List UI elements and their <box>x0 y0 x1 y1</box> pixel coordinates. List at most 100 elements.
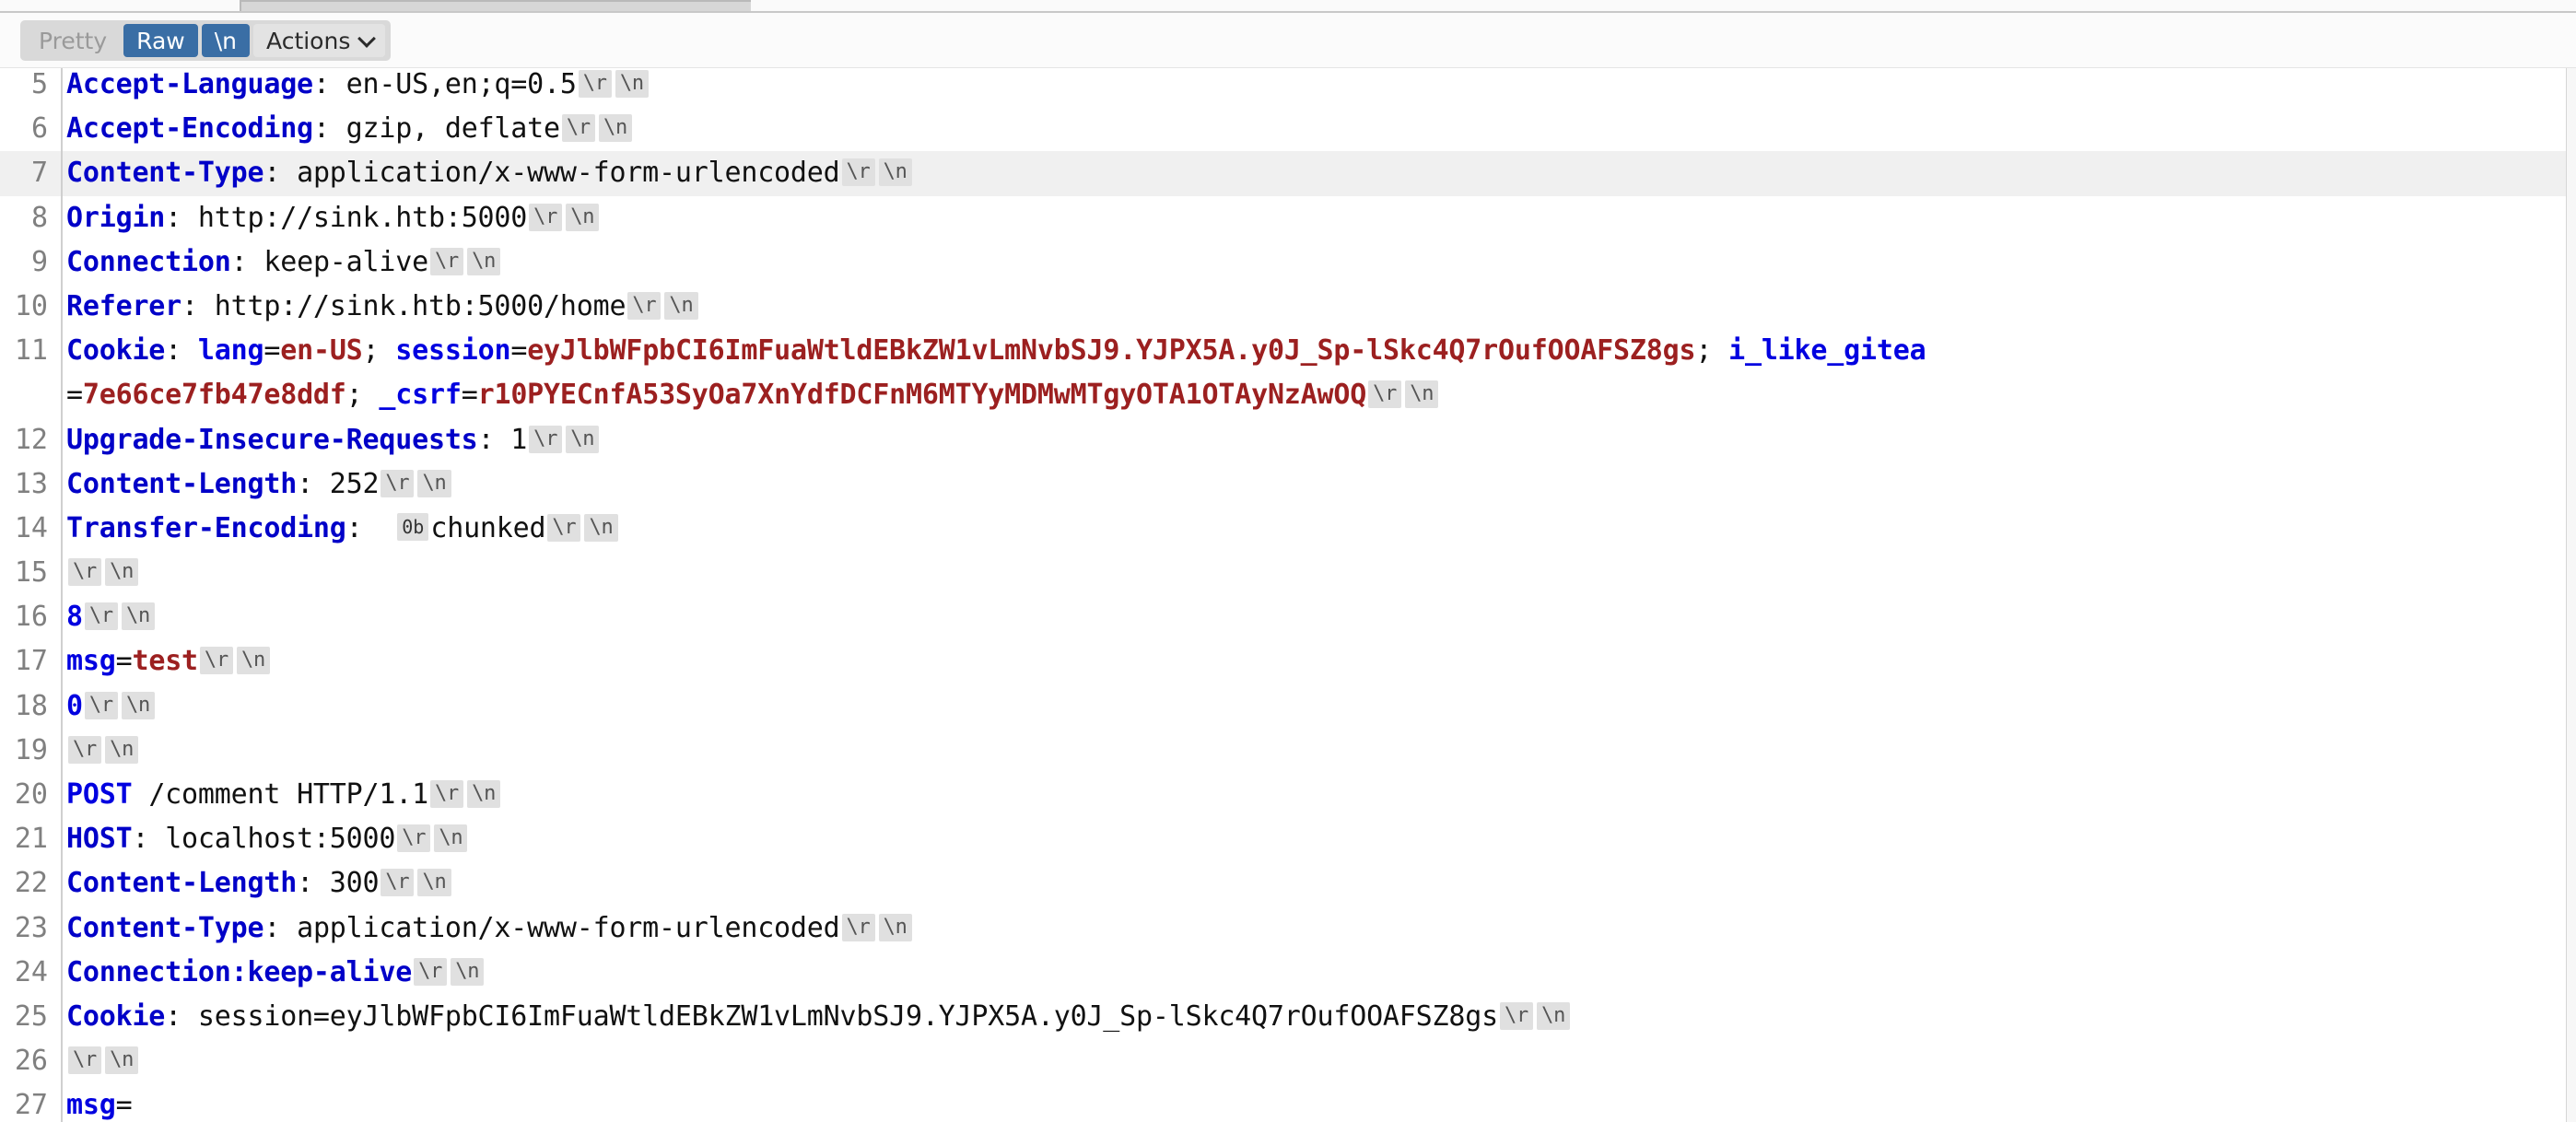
request-target: /comment HTTP/1.1 <box>132 778 428 812</box>
code-line[interactable]: 5 Accept-Language: en-US,en;q=0.5 \r \n <box>0 68 2576 108</box>
gutter-divider <box>61 906 63 951</box>
header-value: application/x-www-form-urlencoded <box>297 157 840 190</box>
lf-pill: \n <box>451 957 485 986</box>
cookie-value: en-US <box>280 334 363 368</box>
code-line-text: Content-Length: 252 \r \n <box>57 462 2576 507</box>
header-value: keep-alive <box>263 245 428 278</box>
lf-pill: \n <box>121 691 156 719</box>
code-line-text: Referer: http://sink.htb:5000/home \r \n <box>57 285 2576 329</box>
header-separator: : <box>345 511 396 544</box>
vertical-scrollbar-track[interactable] <box>2566 68 2576 1122</box>
code-line[interactable]: 12 Upgrade-Insecure-Requests: 1 \r \n <box>0 417 2576 462</box>
line-number: 24 <box>14 955 48 988</box>
code-line[interactable]: 27 msg= <box>0 1083 2576 1122</box>
body-param-equals: = <box>115 645 133 678</box>
control-char-pill: 0b <box>397 512 429 541</box>
header-name: Content-Type <box>66 157 264 190</box>
gutter-divider <box>61 684 63 729</box>
header-value: http://sink.htb:5000/home <box>214 289 626 322</box>
lf-pill: \n <box>105 1046 139 1075</box>
code-line[interactable]: 25 Cookie: session=eyJlbWFpbCI6ImFuaWtldE… <box>0 994 2576 1040</box>
gutter-divider <box>61 284 63 330</box>
code-line[interactable]: 8 Origin: http://sink.htb:5000 \r \n <box>0 195 2576 240</box>
cr-pill: \r <box>841 913 875 941</box>
header-separator: : <box>263 911 298 944</box>
code-line-text: msg=test \r \n <box>57 639 2576 684</box>
code-line[interactable]: 15 \r \n <box>0 551 2576 596</box>
lf-pill: \n <box>417 469 451 497</box>
http-request-code-view[interactable]: 5 Accept-Language: en-US,en;q=0.5 \r \n 6 Acc… <box>0 68 2576 1122</box>
code-line[interactable]: 6 Accept-Encoding: gzip, deflate \r \n <box>0 107 2576 152</box>
code-line[interactable]: 22 Content-Length: 300 \r \n <box>0 861 2576 906</box>
cr-pill: \r <box>84 691 118 719</box>
gutter-divider <box>61 506 63 552</box>
lf-pill: \n <box>584 513 618 542</box>
code-line[interactable]: 23 Content-Type: application/x-www-form-u… <box>0 906 2576 951</box>
code-line[interactable]: 7 Content-Type: application/x-www-form-ur… <box>0 151 2576 196</box>
line-number: 18 <box>14 689 48 722</box>
code-line[interactable]: 10 Referer: http://sink.htb:5000/home \r \n <box>0 284 2576 330</box>
code-line-text: Accept-Language: en-US,en;q=0.5 \r \n <box>57 68 2576 107</box>
line-number: 25 <box>14 999 48 1033</box>
cookie-name: session <box>395 334 511 368</box>
gutter-divider <box>61 950 63 995</box>
code-line[interactable]: 17 msg=test \r \n <box>0 639 2576 684</box>
chevron-down-icon <box>359 30 374 45</box>
cookie-name: _csrf <box>379 379 462 412</box>
cookie-value: r10PYECnfA53SyOa7XnYdfDCFnM6MTYyMDMwMTgy… <box>477 379 1367 412</box>
line-number: 22 <box>14 867 48 900</box>
cookie-equals: = <box>66 379 83 412</box>
tab-strip-sliver <box>0 0 2576 13</box>
code-line-text: 8 \r \n <box>57 595 2576 639</box>
code-line[interactable]: 13 Content-Length: 252 \r \n <box>0 462 2576 507</box>
line-number: 10 <box>14 289 48 322</box>
code-line[interactable]: 26 \r \n <box>0 1039 2576 1084</box>
line-number: 13 <box>14 467 48 500</box>
header-separator: : <box>165 334 198 368</box>
line-number: 14 <box>14 511 48 544</box>
cr-pill: \r <box>561 114 595 143</box>
cr-pill: \r <box>397 824 431 853</box>
header-name: Accept-Encoding <box>66 112 313 146</box>
message-editor-toolbar: Pretty Raw \n Actions <box>0 13 2576 68</box>
code-line[interactable]: 11 Cookie: lang=en-US; session=eyJlbWFpbC… <box>0 329 2576 418</box>
view-mode-button-group: Pretty Raw \n Actions <box>20 20 392 61</box>
cookie-equals: = <box>263 334 281 368</box>
cr-pill: \r <box>68 558 102 587</box>
code-line[interactable]: 14 Transfer-Encoding: 0b chunked \r \n <box>0 506 2576 552</box>
code-line[interactable]: 16 8 \r \n <box>0 595 2576 640</box>
raw-view-button[interactable]: Raw <box>123 24 198 57</box>
code-line-text: POST /comment HTTP/1.1 \r \n <box>57 773 2576 817</box>
gutter-divider <box>61 1039 63 1084</box>
code-line[interactable]: 24 Connection:keep-alive \r \n <box>0 950 2576 995</box>
cookie-separator: ; <box>1695 334 1729 368</box>
gutter-divider <box>61 417 63 462</box>
header-separator: : <box>477 423 511 456</box>
code-line[interactable]: 21 HOST: localhost:5000 \r \n <box>0 817 2576 862</box>
gutter-divider <box>61 728 63 774</box>
gutter-divider <box>61 994 63 1040</box>
code-line[interactable]: 20 POST /comment HTTP/1.1 \r \n <box>0 773 2576 818</box>
header-name: Origin <box>66 201 166 234</box>
header-separator: : <box>165 201 198 234</box>
code-line-text: Content-Type: application/x-www-form-url… <box>57 151 2576 195</box>
gutter-divider <box>61 773 63 818</box>
header-separator: : <box>132 823 166 856</box>
actions-menu-button[interactable]: Actions <box>253 24 386 57</box>
body-param-name: msg <box>66 645 116 678</box>
line-number: 19 <box>14 733 48 766</box>
line-number: 12 <box>14 423 48 456</box>
code-line-text: 0 \r \n <box>57 684 2576 729</box>
code-line[interactable]: 19 \r \n <box>0 728 2576 774</box>
show-newlines-button[interactable]: \n <box>201 24 251 57</box>
code-line[interactable]: 18 0 \r \n <box>0 684 2576 729</box>
header-separator: : <box>312 68 346 100</box>
header-separator: : <box>165 999 198 1033</box>
body-param-equals: = <box>115 1089 133 1122</box>
cookie-line-part-1: Cookie: lang=en-US; session=eyJlbWFpbCI6… <box>66 329 2576 373</box>
pretty-view-button[interactable]: Pretty <box>26 24 120 57</box>
chunk-size: 8 <box>66 601 83 634</box>
chunk-size: 0 <box>66 689 83 722</box>
code-line-text: Accept-Encoding: gzip, deflate \r \n <box>57 107 2576 151</box>
code-line[interactable]: 9 Connection: keep-alive \r \n <box>0 240 2576 285</box>
